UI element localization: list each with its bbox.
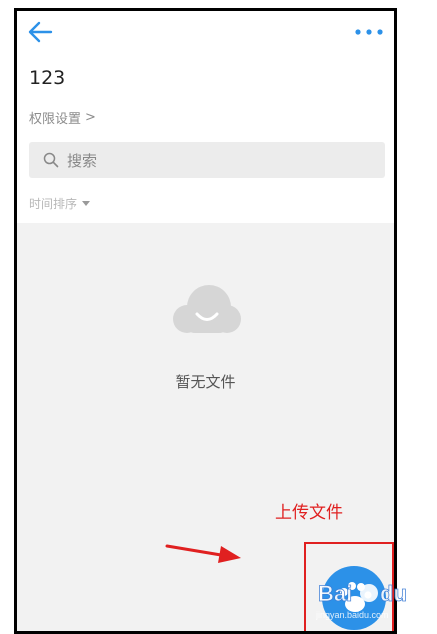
upload-annotation-label: 上传文件	[275, 503, 343, 523]
upload-button[interactable]	[322, 566, 386, 630]
baidu-paw-icon	[340, 582, 372, 612]
caret-down-icon	[82, 201, 91, 206]
search-icon	[43, 152, 59, 168]
ellipsis-icon[interactable]	[352, 23, 386, 41]
arrow-left-icon[interactable]	[25, 19, 55, 45]
folder-title: 123	[29, 67, 66, 89]
sort-label: 时间排序	[29, 197, 78, 211]
chevron-right-icon: >	[85, 110, 96, 125]
red-arrow-icon	[165, 544, 241, 563]
permission-settings-link[interactable]: 权限设置 >	[29, 108, 96, 127]
sort-dropdown[interactable]: 时间排序	[29, 195, 91, 212]
cloud-smile-icon	[173, 285, 241, 333]
phone-frame: 123 权限设置 > 搜索 时间排序 暂无文件 上传文件	[14, 8, 397, 634]
search-input[interactable]: 搜索	[29, 142, 385, 178]
empty-state-text: 暂无文件	[175, 373, 236, 391]
header-panel: 123 权限设置 > 搜索 时间排序	[17, 11, 394, 223]
search-placeholder: 搜索	[67, 151, 98, 170]
permission-settings-label: 权限设置	[29, 112, 82, 127]
